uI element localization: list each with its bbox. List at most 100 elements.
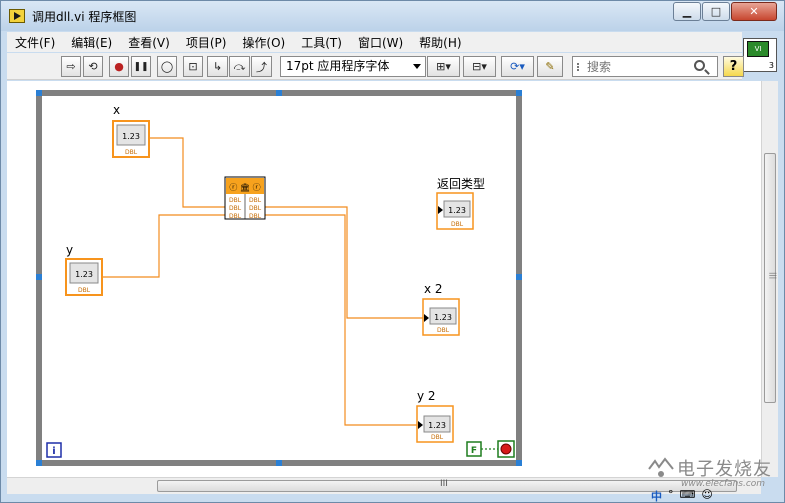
wire-x-to-call[interactable]	[150, 137, 225, 208]
indicator-return-type[interactable]: 1.23 DBL	[436, 192, 474, 230]
reorder-icon: ⟳▾	[510, 60, 525, 73]
search-icon[interactable]	[694, 60, 705, 71]
control-x[interactable]: 1.23 DBL	[112, 120, 150, 158]
ime-punctuation-icon[interactable]: °	[668, 488, 674, 503]
call-library-function-node[interactable]: ⓡ 🏛 ⓡ DBL DBL DBL DBL DBL DBL	[224, 176, 266, 220]
text-settings-value: 17pt 应用程序字体	[286, 59, 390, 73]
minimize-icon: ▁	[682, 5, 692, 18]
step-into-icon: ↳	[212, 60, 223, 73]
resize-handle-bl[interactable]	[36, 460, 42, 466]
ime-skin-icon[interactable]: ☺	[701, 488, 712, 503]
search-box	[572, 56, 718, 77]
vi-connector-icon[interactable]: VI 3	[743, 38, 777, 72]
call-node-row-2: DBL	[229, 205, 242, 212]
wire-call-to-y2[interactable]	[265, 214, 417, 426]
vertical-scroll-thumb[interactable]	[764, 153, 777, 403]
watermark-text: 电子发烧友	[677, 459, 772, 480]
search-grip-icon	[577, 63, 581, 71]
clean-up-diagram-button[interactable]: ✎	[537, 56, 563, 77]
distribute-objects-icon: ⊟▾	[472, 60, 487, 73]
vi-icon-number: 3	[768, 61, 774, 70]
pause-button[interactable]: ❚❚	[131, 56, 151, 77]
loop-condition-terminal[interactable]	[497, 440, 515, 458]
menu-tools[interactable]: 工具(T)	[293, 34, 350, 51]
false-constant-label: F	[471, 446, 477, 456]
block-diagram-svg: 1.23 DBL 1.23 DBL ⓡ 🏛 ⓡ DBL DBL DBL DBL	[36, 90, 522, 466]
title-bar[interactable]: 调用dll.vi 程序框图 ▁ □ ✕	[1, 1, 784, 31]
control-x-type: DBL	[125, 149, 138, 156]
abort-stop-icon: ●	[114, 60, 124, 73]
stop-sign-icon	[500, 443, 512, 455]
menu-file[interactable]: 文件(F)	[7, 34, 63, 51]
iteration-terminal-label: i	[52, 446, 55, 457]
menu-view[interactable]: 查看(V)	[120, 34, 178, 51]
menu-operate[interactable]: 操作(O)	[234, 34, 293, 51]
reorder-button[interactable]: ⟳▾	[501, 56, 534, 77]
align-objects-button[interactable]: ⊞▾	[427, 56, 460, 77]
retain-wire-values-icon: ⊡	[188, 60, 198, 73]
indicator-x2[interactable]: 1.23 DBL	[422, 298, 460, 336]
resize-handle-ml[interactable]	[36, 274, 42, 280]
indicator-return-type-value: 1.23	[448, 206, 466, 215]
indicator-x2-value: 1.23	[434, 313, 452, 322]
retain-wire-values-button[interactable]: ⊡	[183, 56, 203, 77]
label-x[interactable]: x	[113, 103, 120, 117]
step-out-icon: ⤴	[256, 60, 267, 74]
close-icon: ✕	[749, 5, 759, 18]
minimize-button[interactable]: ▁	[673, 2, 701, 21]
run-continuously-icon: ⟲	[88, 60, 98, 73]
elecfans-logo-icon	[648, 457, 674, 477]
wire-call-to-x2[interactable]	[265, 206, 423, 319]
run-button[interactable]: ⇨	[61, 56, 81, 77]
maximize-button[interactable]: □	[702, 2, 730, 21]
step-over-button[interactable]: ⤼	[229, 56, 250, 77]
resize-handle-tr[interactable]	[516, 90, 522, 96]
text-settings-select[interactable]: 17pt 应用程序字体	[280, 56, 426, 77]
label-y[interactable]: y	[66, 243, 73, 257]
context-help-button[interactable]: ?	[723, 56, 744, 77]
menu-edit[interactable]: 编辑(E)	[63, 34, 120, 51]
close-button[interactable]: ✕	[731, 2, 777, 21]
menu-bar: 文件(F) 编辑(E) 查看(V) 项目(P) 操作(O) 工具(T) 窗口(W…	[7, 32, 742, 52]
resize-handle-br[interactable]	[516, 460, 522, 466]
indicator-y2-value: 1.23	[428, 421, 446, 430]
indicator-y2[interactable]: 1.23 DBL	[416, 405, 454, 443]
ime-tray: 中 ° ⌨ ☺	[651, 488, 781, 503]
align-objects-icon: ⊞▾	[436, 60, 451, 73]
call-node-row-3-out: DBL	[249, 213, 262, 220]
step-out-button[interactable]: ⤴	[251, 56, 272, 77]
step-over-icon: ⤼	[233, 59, 246, 73]
call-node-row-3: DBL	[229, 213, 242, 220]
ime-keyboard-icon[interactable]: ⌨	[680, 488, 696, 503]
resize-handle-bm[interactable]	[276, 460, 282, 466]
wire-y-to-call[interactable]	[103, 214, 225, 278]
vertical-scrollbar[interactable]	[761, 81, 778, 477]
block-diagram-canvas[interactable]: 1.23 DBL 1.23 DBL ⓡ 🏛 ⓡ DBL DBL DBL DBL	[7, 81, 761, 477]
iteration-terminal[interactable]: i	[46, 442, 62, 458]
menu-window[interactable]: 窗口(W)	[350, 34, 411, 51]
search-input[interactable]	[587, 59, 687, 74]
distribute-objects-button[interactable]: ⊟▾	[463, 56, 496, 77]
resize-handle-tm[interactable]	[276, 90, 282, 96]
indicator-y2-type: DBL	[431, 434, 444, 441]
step-into-button[interactable]: ↳	[207, 56, 228, 77]
menu-help[interactable]: 帮助(H)	[411, 34, 469, 51]
resize-handle-tl[interactable]	[36, 90, 42, 96]
highlight-execution-bulb-icon: ◯	[160, 60, 174, 73]
highlight-execution-button[interactable]: ◯	[157, 56, 177, 77]
abort-button[interactable]: ●	[109, 56, 129, 77]
resize-handle-mr[interactable]	[516, 274, 522, 280]
menu-project[interactable]: 项目(P)	[178, 34, 235, 51]
maximize-icon: □	[710, 5, 722, 18]
call-node-row-2-out: DBL	[249, 205, 262, 212]
call-node-header-icon: ⓡ 🏛 ⓡ	[229, 183, 260, 192]
false-constant[interactable]: F	[466, 441, 482, 457]
run-continuously-button[interactable]: ⟲	[83, 56, 103, 77]
control-y[interactable]: 1.23 DBL	[65, 258, 103, 296]
label-return-type[interactable]: 返回类型	[437, 175, 485, 192]
label-y2[interactable]: y 2	[417, 389, 436, 403]
call-node-row-1-out: DBL	[249, 197, 262, 204]
ime-chinese-icon[interactable]: 中	[651, 488, 662, 503]
indicator-return-type-type: DBL	[451, 221, 464, 228]
label-x2[interactable]: x 2	[424, 282, 443, 296]
